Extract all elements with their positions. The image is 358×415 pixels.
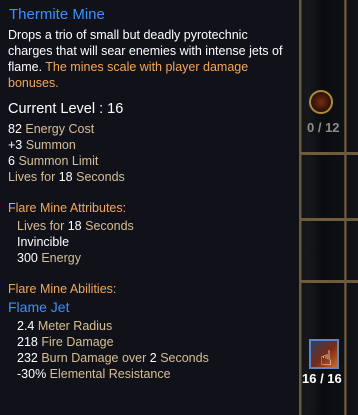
attribute-line: Lives for 18 Seconds	[17, 219, 134, 233]
current-level: Current Level : 16	[8, 101, 124, 117]
skill-title: Thermite Mine	[9, 6, 105, 23]
description-highlight: The mines scale with player damage bonus…	[8, 60, 249, 90]
stat-line: Lives for 18 Seconds	[8, 170, 125, 184]
attributes-list: Lives for 18 Seconds Invincible 300 Ener…	[8, 218, 291, 266]
ability-orb-icon[interactable]	[309, 90, 333, 114]
hud-frame-divider	[300, 152, 358, 155]
attribute-line: 300 Energy	[17, 251, 81, 265]
ability-stat-line: -30% Elemental Resistance	[17, 367, 171, 381]
skill-slot-counter: 16 / 16	[302, 371, 342, 386]
ability-stat-line: 2.4 Meter Radius	[17, 319, 113, 333]
hud-frame-divider	[300, 280, 358, 283]
stat-line: 82 Energy Cost	[8, 122, 95, 136]
skill-tooltip: Thermite Mine Drops a trio of small but …	[0, 0, 299, 415]
ability-stats: 2.4 Meter Radius 218 Fire Damage 232 Bur…	[8, 318, 291, 382]
ability-stat-line: 232 Burn Damage over 2 Seconds	[17, 351, 209, 365]
attributes-header: Flare Mine Attributes:	[8, 201, 127, 215]
hand-cursor-icon: ☝	[320, 348, 333, 370]
ability-name: Flame Jet	[8, 299, 70, 315]
skill-stats: 82 Energy Cost +3 Summon 6 Summon Limit …	[8, 121, 291, 185]
skill-description: Drops a trio of small but deadly pyrotec…	[8, 27, 291, 91]
stat-line: 6 Summon Limit	[8, 154, 99, 168]
hud-frame-rail	[344, 0, 347, 415]
ability-stat-line: 218 Fire Damage	[17, 335, 114, 349]
stat-line: +3 Summon	[8, 138, 76, 152]
hud-frame-divider	[300, 218, 358, 221]
abilities-header: Flare Mine Abilities:	[8, 282, 117, 296]
top-slot-counter: 0 / 12	[307, 120, 340, 135]
attribute-line: Invincible	[17, 235, 70, 249]
